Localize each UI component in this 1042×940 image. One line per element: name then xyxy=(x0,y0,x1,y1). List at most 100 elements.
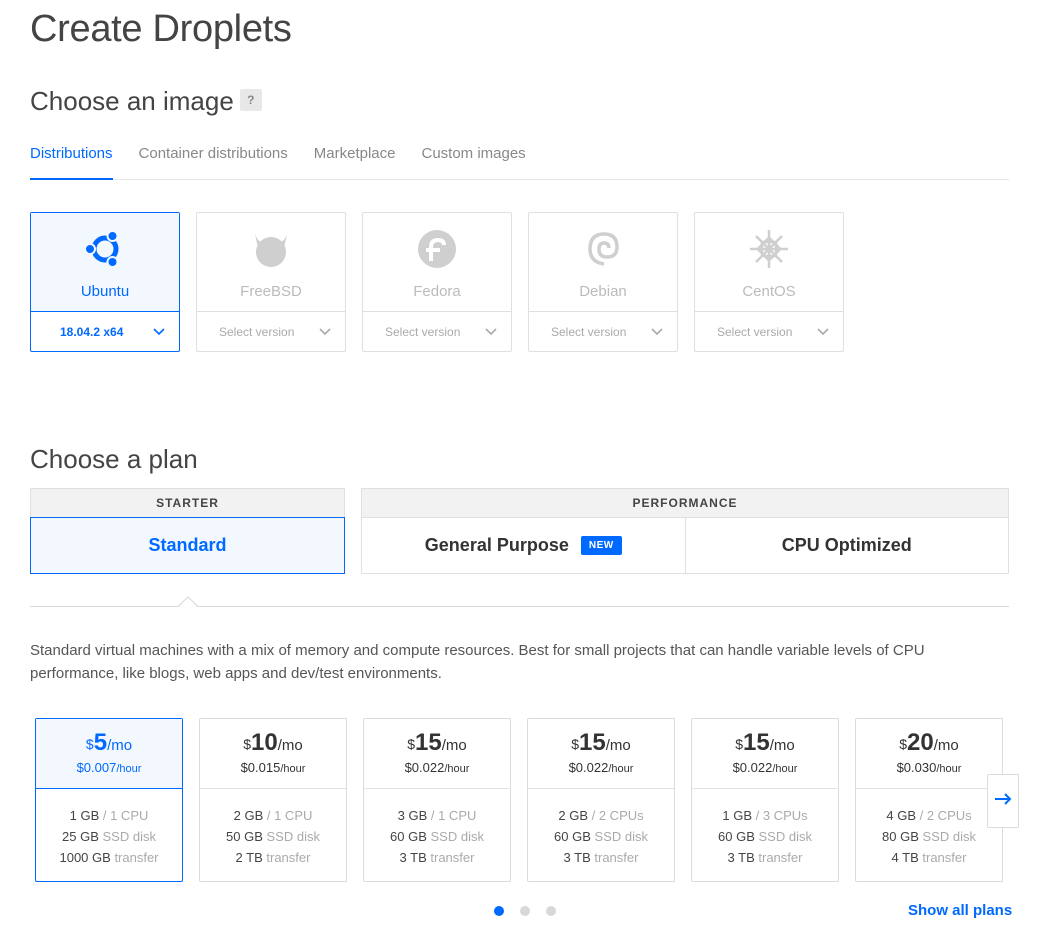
spec-disk-label: SSD disk xyxy=(758,829,812,844)
spec-transfer-label: transfer xyxy=(266,850,311,865)
hourly-amount: $0.007 xyxy=(76,760,117,775)
currency-symbol: $ xyxy=(899,736,908,752)
distro-card-centos[interactable]: CentOS Select version xyxy=(694,212,844,352)
help-icon[interactable]: ? xyxy=(239,89,262,112)
distro-list: Ubuntu 18.04.2 x64 FreeBSD Select versio… xyxy=(30,212,860,352)
next-plans-button[interactable] xyxy=(987,774,1019,828)
distro-select-fedora[interactable]: Fedora xyxy=(363,213,511,311)
price-amount: 20 xyxy=(907,729,934,756)
spec-disk-size: 25 GB xyxy=(62,829,99,844)
hourly-unit: /hour xyxy=(608,763,634,775)
plan-type-standard[interactable]: Standard xyxy=(30,517,345,574)
distro-card-freebsd[interactable]: FreeBSD Select version xyxy=(196,212,346,352)
version-select-ubuntu[interactable]: 18.04.2 x64 xyxy=(31,311,179,351)
spec-disk-label: SSD disk xyxy=(430,829,484,844)
distro-card-debian[interactable]: Debian Select version xyxy=(528,212,678,352)
ubuntu-icon xyxy=(83,227,127,271)
monthly-price: $10/mo xyxy=(200,731,346,758)
price-amount: 15 xyxy=(743,729,770,756)
spec-disk-label: SSD disk xyxy=(594,829,648,844)
spec-transfer: 1000 GB transfer xyxy=(36,847,182,868)
freebsd-icon xyxy=(249,227,293,271)
version-select-fedora[interactable]: Select version xyxy=(363,311,511,351)
image-tabs: Distributions Container distributions Ma… xyxy=(30,141,1009,180)
spec-cpu: / 2 CPUs xyxy=(591,808,644,823)
fedora-icon xyxy=(415,227,459,271)
price-unit: /mo xyxy=(769,737,795,754)
plan-type-general-purpose[interactable]: General Purpose NEW xyxy=(361,517,686,574)
tab-distributions[interactable]: Distributions xyxy=(30,141,113,180)
plan-type-cpu-optimized[interactable]: CPU Optimized xyxy=(685,517,1009,574)
size-specs: 4 GB / 2 CPUs 80 GB SSD disk 4 TB transfer xyxy=(856,789,1002,881)
version-label-debian: Select version xyxy=(551,324,627,339)
plan-size-card[interactable]: $15/mo $0.022/hour 3 GB / 1 CPU 60 GB SSD d… xyxy=(363,718,511,882)
size-price: $5/mo $0.007/hour xyxy=(36,719,182,789)
hourly-unit: /hour xyxy=(772,763,798,775)
hourly-unit: /hour xyxy=(116,763,142,775)
version-select-freebsd[interactable]: Select version xyxy=(197,311,345,351)
plan-group-performance: PERFORMANCE General Purpose NEW CPU Opti… xyxy=(361,488,1009,574)
hourly-amount: $0.022 xyxy=(732,760,773,775)
divider-notch xyxy=(178,596,198,608)
version-select-debian[interactable]: Select version xyxy=(529,311,677,351)
spec-transfer-size: 4 TB xyxy=(891,850,919,865)
version-label-centos: Select version xyxy=(717,324,793,339)
size-specs: 1 GB / 3 CPUs 60 GB SSD disk 3 TB transfer xyxy=(692,789,838,881)
pagination-dot[interactable] xyxy=(494,906,504,916)
chevron-down-icon xyxy=(651,325,663,339)
distro-name-fedora: Fedora xyxy=(413,283,461,300)
spec-memory-cpu: 1 GB / 3 CPUs xyxy=(692,805,838,826)
spec-memory-cpu: 4 GB / 2 CPUs xyxy=(856,805,1002,826)
monthly-price: $20/mo xyxy=(856,731,1002,758)
plan-size-card[interactable]: $10/mo $0.015/hour 2 GB / 1 CPU 50 GB SSD d… xyxy=(199,718,347,882)
version-select-centos[interactable]: Select version xyxy=(695,311,843,351)
distro-card-ubuntu[interactable]: Ubuntu 18.04.2 x64 xyxy=(30,212,180,352)
plan-divider xyxy=(30,606,1009,607)
distro-select-ubuntu[interactable]: Ubuntu xyxy=(31,213,179,311)
distro-select-centos[interactable]: CentOS xyxy=(695,213,843,311)
size-specs: 2 GB / 1 CPU 50 GB SSD disk 2 TB transfer xyxy=(200,789,346,881)
spec-cpu: / 1 CPU xyxy=(430,808,477,823)
size-price: $20/mo $0.030/hour xyxy=(856,719,1002,789)
hourly-price: $0.030/hour xyxy=(856,760,1002,775)
spec-transfer: 3 TB transfer xyxy=(692,847,838,868)
distro-select-freebsd[interactable]: FreeBSD xyxy=(197,213,345,311)
size-price: $15/mo $0.022/hour xyxy=(528,719,674,789)
distro-card-fedora[interactable]: Fedora Select version xyxy=(362,212,512,352)
spec-disk-label: SSD disk xyxy=(266,829,320,844)
price-unit: /mo xyxy=(605,737,631,754)
spec-memory: 4 GB xyxy=(886,808,916,823)
currency-symbol: $ xyxy=(735,736,744,752)
pagination-dot[interactable] xyxy=(546,906,556,916)
distro-select-debian[interactable]: Debian xyxy=(529,213,677,311)
centos-icon xyxy=(747,227,791,271)
size-specs: 3 GB / 1 CPU 60 GB SSD disk 3 TB transfer xyxy=(364,789,510,881)
hourly-amount: $0.022 xyxy=(568,760,609,775)
show-all-plans-link[interactable]: Show all plans xyxy=(908,902,1012,919)
hourly-unit: /hour xyxy=(936,763,962,775)
hourly-unit: /hour xyxy=(280,763,306,775)
distro-name-freebsd: FreeBSD xyxy=(240,283,302,300)
plan-size-card[interactable]: $15/mo $0.022/hour 2 GB / 2 CPUs 60 GB SSD … xyxy=(527,718,675,882)
tab-container-distributions[interactable]: Container distributions xyxy=(139,141,288,180)
page-title: Create Droplets xyxy=(30,8,292,50)
plan-size-card[interactable]: $15/mo $0.022/hour 1 GB / 3 CPUs 60 GB SSD … xyxy=(691,718,839,882)
tab-marketplace[interactable]: Marketplace xyxy=(314,141,396,180)
version-label-ubuntu: 18.04.2 x64 xyxy=(60,324,124,339)
spec-disk: 80 GB SSD disk xyxy=(856,826,1002,847)
monthly-price: $15/mo xyxy=(528,731,674,758)
plan-size-card[interactable]: $20/mo $0.030/hour 4 GB / 2 CPUs 80 GB SSD … xyxy=(855,718,1003,882)
pagination-dot[interactable] xyxy=(520,906,530,916)
spec-memory: 3 GB xyxy=(397,808,428,823)
hourly-price: $0.022/hour xyxy=(528,760,674,775)
image-section-title: Choose an image? xyxy=(30,86,262,117)
spec-transfer: 3 TB transfer xyxy=(528,847,674,868)
general-purpose-label: General Purpose xyxy=(424,535,569,555)
tab-custom-images[interactable]: Custom images xyxy=(421,141,525,180)
currency-symbol: $ xyxy=(571,736,580,752)
spec-disk-label: SSD disk xyxy=(102,829,156,844)
plan-size-card[interactable]: $5/mo $0.007/hour 1 GB / 1 CPU 25 GB SSD di… xyxy=(35,718,183,882)
spec-disk-size: 60 GB xyxy=(554,829,591,844)
price-amount: 10 xyxy=(251,729,278,756)
spec-memory-cpu: 2 GB / 1 CPU xyxy=(200,805,346,826)
